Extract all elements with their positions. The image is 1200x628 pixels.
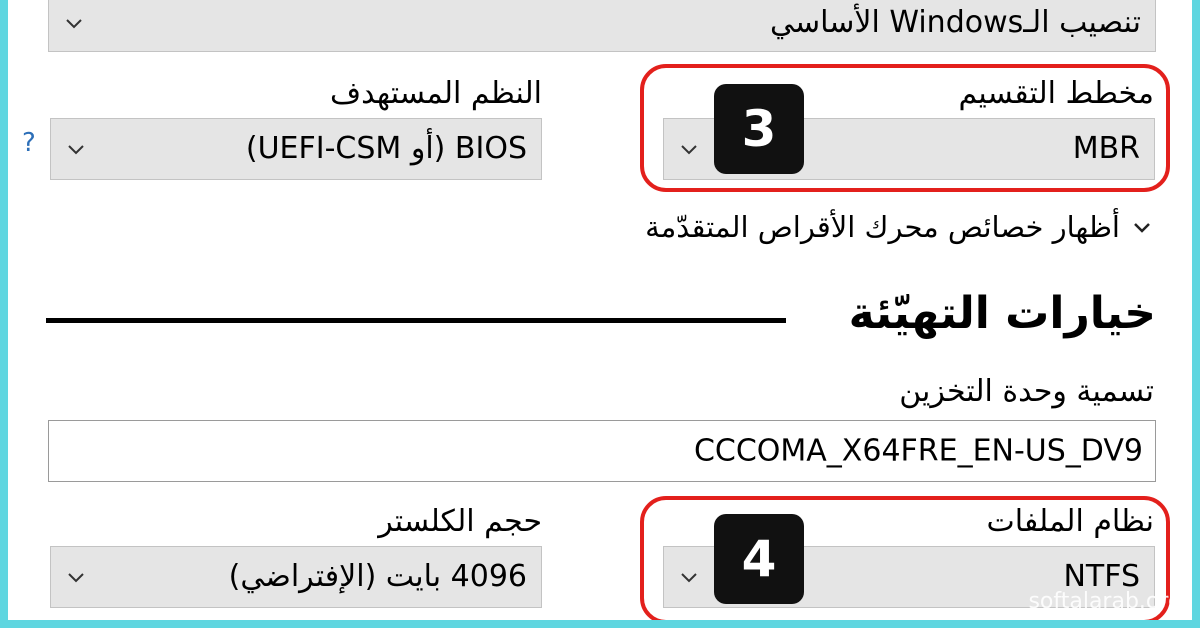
chevron-down-icon (66, 19, 82, 29)
image-option-select[interactable]: تنصيب الـWindows الأساسي (48, 0, 1156, 52)
target-system-label: النظم المستهدف (330, 76, 542, 111)
help-icon[interactable]: ? (22, 128, 36, 158)
target-system-select[interactable]: BIOS (أو UEFI-CSM) (50, 118, 542, 180)
step-badge-3: 3 (714, 84, 804, 174)
volume-label-value: CCCOMA_X64FRE_EN-US_DV9 (693, 433, 1143, 469)
volume-label-label: تسمية وحدة التخزين (899, 374, 1154, 409)
target-system-value: BIOS (أو UEFI-CSM) (245, 131, 527, 166)
chevron-down-icon (68, 573, 84, 583)
chevron-down-icon (1134, 223, 1150, 233)
section-divider (46, 318, 786, 323)
watermark: softalarab.org (1028, 589, 1182, 614)
settings-panel: تنصيب الـWindows الأساسي مخطط التقسيم MB… (8, 0, 1192, 620)
volume-label-input[interactable]: CCCOMA_X64FRE_EN-US_DV9 (48, 420, 1156, 482)
advanced-drive-label: أظهار خصائص محرك الأقراص المتقدّمة (645, 210, 1120, 244)
format-options-heading: خيارات التهيّئة (848, 288, 1156, 339)
advanced-drive-toggle[interactable]: أظهار خصائص محرك الأقراص المتقدّمة (645, 210, 1154, 244)
step-badge-4: 4 (714, 514, 804, 604)
chevron-down-icon (68, 145, 84, 155)
cluster-size-value: 4096 بايت (الإفتراضي) (228, 559, 527, 594)
image-option-value: تنصيب الـWindows الأساسي (769, 5, 1141, 40)
cluster-size-select[interactable]: 4096 بايت (الإفتراضي) (50, 546, 542, 608)
cluster-size-label: حجم الكلستر (378, 504, 542, 539)
